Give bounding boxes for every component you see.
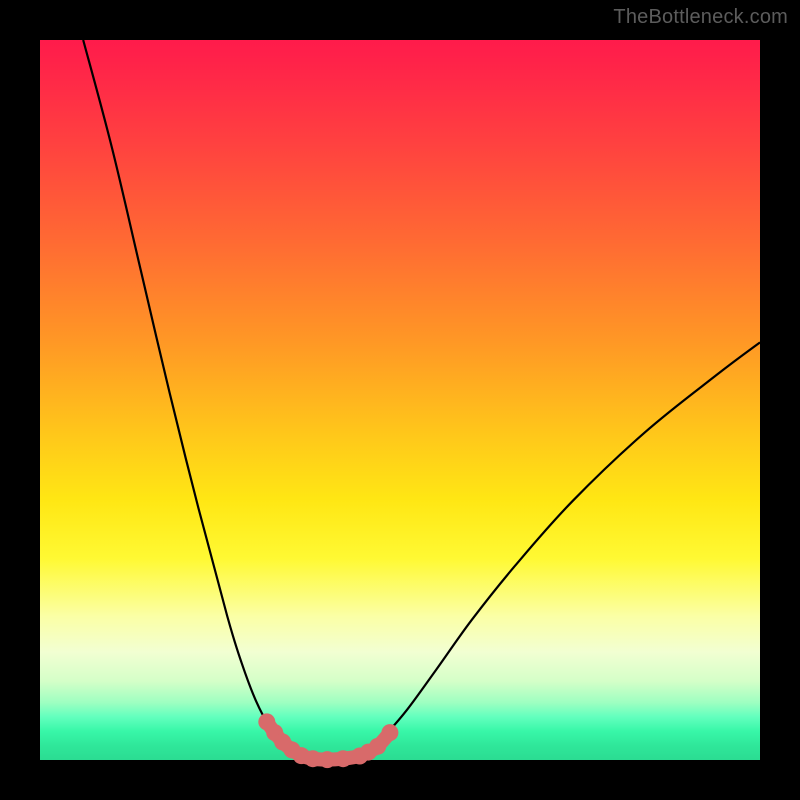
marker-dot: [319, 751, 336, 768]
chart-frame: TheBottleneck.com: [0, 0, 800, 800]
marker-dot: [304, 750, 321, 767]
curve-right-branch: [360, 342, 760, 756]
marker-dots-group: [258, 713, 398, 768]
marker-dot: [335, 750, 352, 767]
marker-dot: [369, 738, 386, 755]
curve-left-branch: [83, 40, 301, 756]
watermark-text: TheBottleneck.com: [613, 6, 788, 29]
marker-dot: [381, 724, 398, 741]
plot-area: [40, 40, 760, 760]
chart-svg: [40, 40, 760, 760]
